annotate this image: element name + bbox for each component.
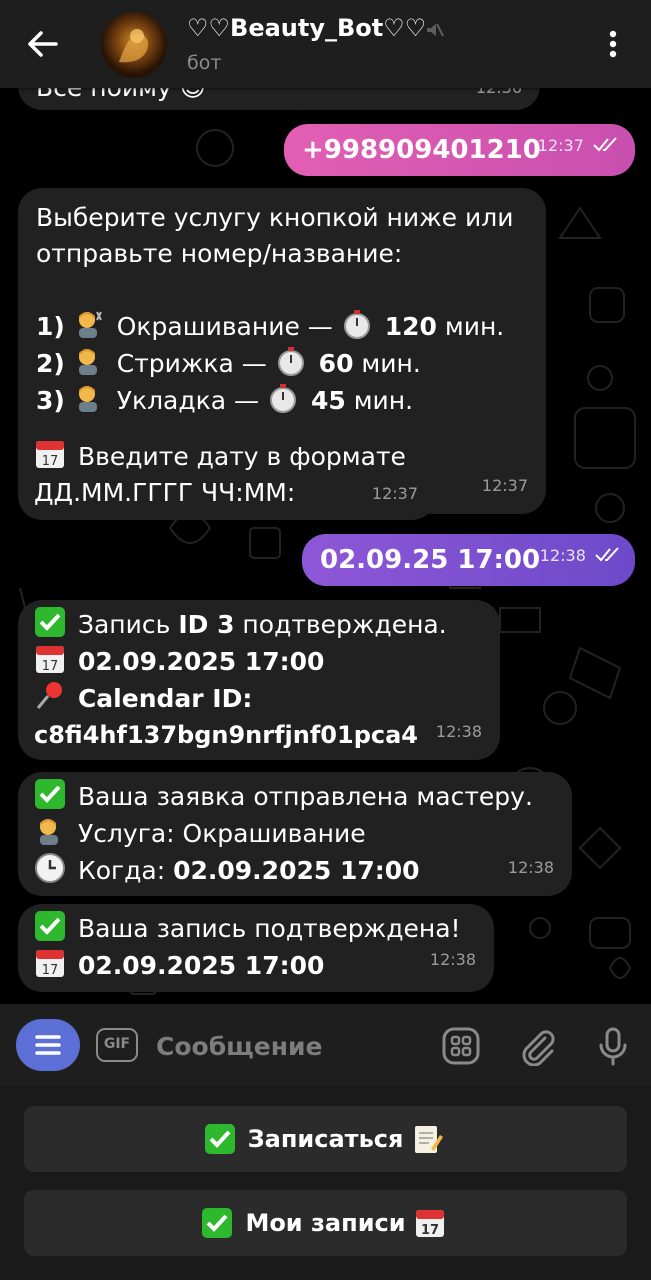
back-arrow-icon[interactable] xyxy=(18,22,66,66)
message-outgoing-datetime: 02.09.25 17:00 12:38 xyxy=(302,534,635,586)
stopwatch-icon xyxy=(267,382,299,414)
stopwatch-icon xyxy=(341,308,373,340)
menu-icon xyxy=(35,1035,61,1055)
message-text: Все пойму 😊 xyxy=(36,88,522,106)
double-check-icon xyxy=(595,547,619,562)
hairdresser-icon xyxy=(73,308,105,340)
message-date-prompt: 17 Введите дату в формате ДД.ММ.ГГГГ ЧЧ:… xyxy=(18,430,436,520)
message-time: 12:38 xyxy=(429,950,476,969)
stopwatch-icon xyxy=(275,345,307,377)
message-time: 12:36 xyxy=(476,88,522,106)
chat-header: ♡♡Beauty_Bot♡♡ бот xyxy=(0,0,651,88)
svg-text:17: 17 xyxy=(42,659,59,674)
message-time: 12:38 xyxy=(507,858,554,877)
message-time: 12:37 xyxy=(481,476,528,495)
service-item: 1) Окрашивание — 120 мин. xyxy=(36,308,528,345)
check-mark-icon xyxy=(34,910,66,942)
message-composer: GIF xyxy=(0,1004,651,1086)
message-time: 12:37 xyxy=(537,136,584,155)
button-label: Записаться xyxy=(247,1125,404,1153)
calendar-icon: 17 xyxy=(414,1207,446,1239)
message-text-line: Введите дату в формате xyxy=(77,442,406,471)
check-mark-icon xyxy=(204,1123,236,1155)
service-item: 3) Укладка — 45 мин. xyxy=(36,382,528,419)
message-incoming-partial: Все пойму 😊 12:36 xyxy=(18,88,540,110)
message-text-line: отправьте номер/название: xyxy=(36,239,403,268)
memo-icon xyxy=(411,1123,444,1155)
reply-keyboard: Записаться Мои записи 17 xyxy=(0,1086,651,1280)
check-mark-icon xyxy=(34,606,66,638)
message-request-sent: Ваша заявка отправлена мастеру. Услуга: … xyxy=(18,772,572,896)
svg-text:17: 17 xyxy=(42,963,59,978)
calendar-icon: 17 xyxy=(34,643,66,675)
button-label: Мои записи xyxy=(245,1209,406,1237)
message-meta: 12:38 xyxy=(540,538,623,574)
attach-icon[interactable] xyxy=(517,1026,557,1066)
message-text-line: Выберите услугу кнопкой ниже или xyxy=(36,203,514,232)
check-mark-icon xyxy=(34,778,66,810)
telegram-chat-screen: Все пойму 😊 12:36 +998909401210 12:37 Вы… xyxy=(0,0,651,1280)
message-meta: 12:37 xyxy=(538,128,621,164)
service-item: 2) Стрижка — 60 мин. xyxy=(36,345,528,382)
hairdresser-icon xyxy=(34,815,66,847)
check-mark-icon xyxy=(201,1207,233,1239)
mic-icon[interactable] xyxy=(593,1026,633,1066)
calendar-icon: 17 xyxy=(34,438,66,470)
hairdresser-icon xyxy=(73,345,105,377)
emoji-grid-icon[interactable] xyxy=(441,1026,481,1066)
svg-text:17: 17 xyxy=(421,1223,439,1238)
book-appointment-button[interactable]: Записаться xyxy=(24,1106,627,1172)
chat-history[interactable]: Все пойму 😊 12:36 +998909401210 12:37 Вы… xyxy=(0,88,651,1004)
more-vert-icon[interactable] xyxy=(598,26,628,62)
avatar[interactable] xyxy=(101,12,167,78)
calendar-icon: 17 xyxy=(34,947,66,979)
chat-subtitle: бот xyxy=(187,52,222,74)
my-appointments-button[interactable]: Мои записи 17 xyxy=(24,1190,627,1256)
pushpin-icon xyxy=(34,680,66,712)
message-text-line: ДД.ММ.ГГГГ ЧЧ:ММ: xyxy=(34,478,296,507)
chat-title[interactable]: ♡♡Beauty_Bot♡♡ xyxy=(187,14,426,42)
message-input[interactable] xyxy=(154,1022,428,1070)
mute-icon xyxy=(427,23,444,37)
message-booking-confirmed: Запись ID 3 подтверждена. 17 02.09.2025 … xyxy=(18,600,500,760)
double-check-icon xyxy=(593,137,617,152)
calendar-id: c8fi4hf137bgn9nrfjnf01pca4 xyxy=(34,721,418,749)
message-appointment-confirmed: Ваша запись подтверждена! 17 02.09.2025 … xyxy=(18,904,494,992)
bot-menu-button[interactable] xyxy=(16,1019,80,1071)
hairdresser-icon xyxy=(73,382,105,414)
message-time: 12:38 xyxy=(435,722,482,741)
message-time: 12:38 xyxy=(539,546,586,565)
gif-icon[interactable]: GIF xyxy=(96,1028,138,1062)
message-outgoing-phone: +998909401210 12:37 xyxy=(284,124,635,176)
message-time: 12:37 xyxy=(371,484,418,503)
svg-text:17: 17 xyxy=(42,454,59,469)
clock-icon xyxy=(34,852,66,884)
